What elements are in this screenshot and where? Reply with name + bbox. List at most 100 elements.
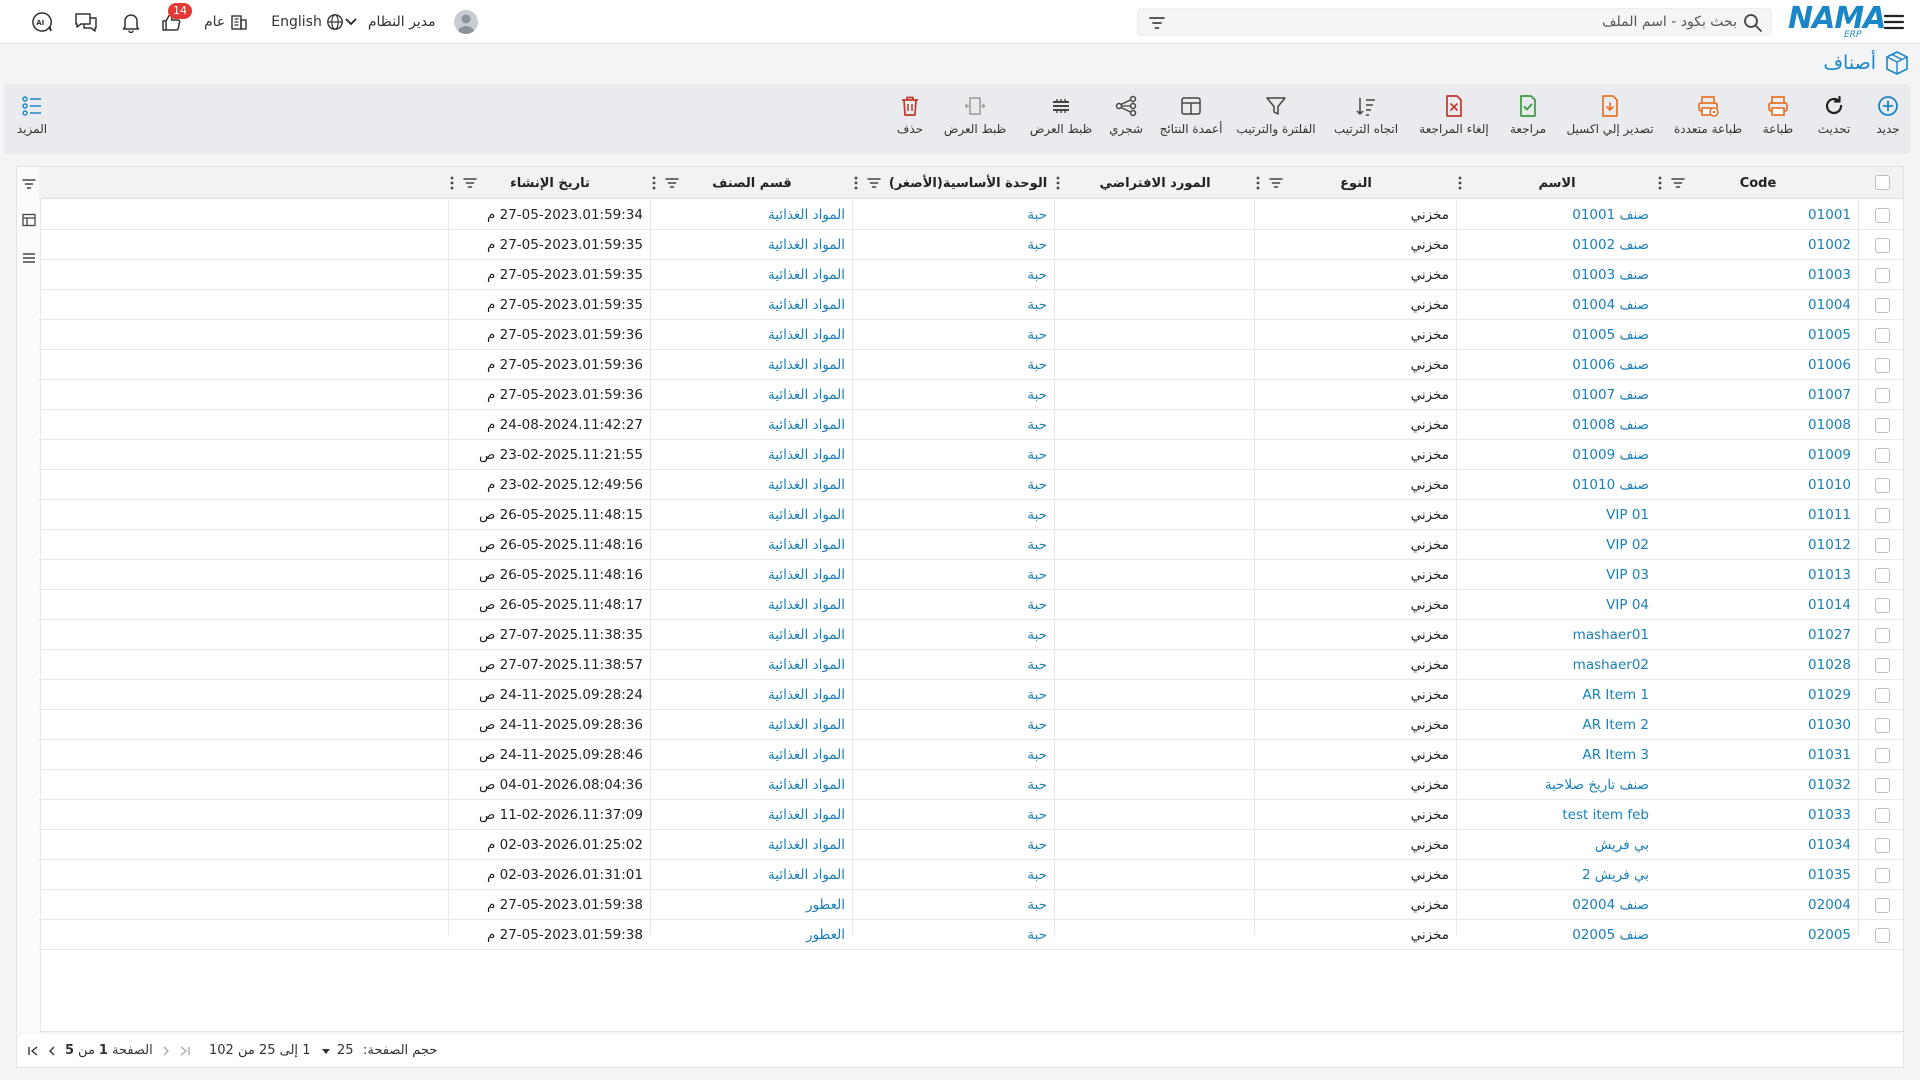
table-row[interactable]: 01034 بي فريش مخزني حبة المواد الغذائية 02-03… bbox=[39, 830, 1903, 860]
cell-name[interactable]: صنف 01010 bbox=[1457, 470, 1657, 500]
last-page-icon[interactable] bbox=[27, 1045, 39, 1057]
first-page-icon[interactable] bbox=[179, 1045, 191, 1057]
cell-category[interactable]: العطور bbox=[651, 890, 853, 920]
cell-code[interactable]: 01010 bbox=[1657, 470, 1859, 500]
row-checkbox[interactable] bbox=[1875, 598, 1890, 613]
row-checkbox[interactable] bbox=[1875, 568, 1890, 583]
cell-unit[interactable]: حبة bbox=[853, 470, 1055, 500]
column-filter-icon[interactable] bbox=[867, 176, 881, 190]
table-row[interactable]: 01004 صنف 01004 مخزني حبة المواد الغذائية 27-… bbox=[39, 290, 1903, 320]
export-excel-button[interactable]: تصدير إلي اكسيل bbox=[1562, 94, 1658, 144]
cell-category[interactable]: المواد الغذائية bbox=[651, 500, 853, 530]
cell-unit[interactable]: حبة bbox=[853, 530, 1055, 560]
cell-code[interactable]: 01028 bbox=[1657, 650, 1859, 680]
cell-category[interactable]: المواد الغذائية bbox=[651, 680, 853, 710]
cell-unit[interactable]: حبة bbox=[853, 260, 1055, 290]
table-row[interactable]: 01029 AR Item 1 مخزني حبة المواد الغذائية 24-… bbox=[39, 680, 1903, 710]
cell-code[interactable]: 01003 bbox=[1657, 260, 1859, 290]
cell-name[interactable]: mashaer02 bbox=[1457, 650, 1657, 680]
cell-code[interactable]: 01008 bbox=[1657, 410, 1859, 440]
cell-category[interactable]: المواد الغذائية bbox=[651, 710, 853, 740]
row-checkbox[interactable] bbox=[1875, 508, 1890, 523]
row-checkbox[interactable] bbox=[1875, 478, 1890, 493]
table-row[interactable]: 01027 mashaer01 مخزني حبة المواد الغذائية 27-… bbox=[39, 620, 1903, 650]
cell-unit[interactable]: حبة bbox=[853, 230, 1055, 260]
cell-name[interactable]: صنف 01002 bbox=[1457, 230, 1657, 260]
cell-name[interactable]: صنف 01009 bbox=[1457, 440, 1657, 470]
cell-code[interactable]: 01027 bbox=[1657, 620, 1859, 650]
column-menu-icon[interactable] bbox=[1457, 175, 1463, 191]
cell-code[interactable]: 01011 bbox=[1657, 500, 1859, 530]
delete-button[interactable]: حذف bbox=[892, 94, 928, 144]
cell-code[interactable]: 01033 bbox=[1657, 800, 1859, 830]
row-checkbox[interactable] bbox=[1875, 448, 1890, 463]
column-filter-icon[interactable] bbox=[463, 176, 477, 190]
table-row[interactable]: 01001 صنف 01001 مخزني حبة المواد الغذائية 27-… bbox=[39, 200, 1903, 230]
cell-category[interactable]: المواد الغذائية bbox=[651, 800, 853, 830]
print-button[interactable]: طباعة bbox=[1758, 94, 1798, 144]
cell-unit[interactable]: حبة bbox=[853, 920, 1055, 950]
table-row[interactable]: 01035 بي فريش 2 مخزني حبة المواد الغذائية 02-… bbox=[39, 860, 1903, 890]
row-checkbox[interactable] bbox=[1875, 718, 1890, 733]
table-row[interactable]: 01033 test item feb مخزني حبة المواد الغذائي… bbox=[39, 800, 1903, 830]
cell-code[interactable]: 01013 bbox=[1657, 560, 1859, 590]
cell-code[interactable]: 01030 bbox=[1657, 710, 1859, 740]
cell-code[interactable]: 01012 bbox=[1657, 530, 1859, 560]
cell-name[interactable]: صنف 02005 bbox=[1457, 920, 1657, 950]
cell-name[interactable]: صنف 01004 bbox=[1457, 290, 1657, 320]
cell-name[interactable]: صنف 01003 bbox=[1457, 260, 1657, 290]
cell-unit[interactable]: حبة bbox=[853, 320, 1055, 350]
cell-unit[interactable]: حبة bbox=[853, 290, 1055, 320]
column-menu-icon[interactable] bbox=[1657, 175, 1663, 191]
table-row[interactable]: 01031 AR Item 3 مخزني حبة المواد الغذائية 24-… bbox=[39, 740, 1903, 770]
cell-code[interactable]: 01031 bbox=[1657, 740, 1859, 770]
cell-code[interactable]: 01001 bbox=[1657, 200, 1859, 230]
cell-name[interactable]: AR Item 2 bbox=[1457, 710, 1657, 740]
cell-name[interactable]: صنف 01007 bbox=[1457, 380, 1657, 410]
column-filter-icon[interactable] bbox=[1671, 176, 1685, 190]
row-checkbox[interactable] bbox=[1875, 658, 1890, 673]
cell-name[interactable]: VIP 01 bbox=[1457, 500, 1657, 530]
cell-name[interactable]: AR Item 1 bbox=[1457, 680, 1657, 710]
result-columns-button[interactable]: أعمدة النتائج bbox=[1156, 94, 1226, 144]
cell-name[interactable]: صنف 01008 bbox=[1457, 410, 1657, 440]
side-columns-icon[interactable] bbox=[22, 213, 36, 227]
cell-name[interactable]: صنف 01006 bbox=[1457, 350, 1657, 380]
cell-name[interactable]: بي فريش bbox=[1457, 830, 1657, 860]
row-checkbox[interactable] bbox=[1875, 628, 1890, 643]
cell-category[interactable]: المواد الغذائية bbox=[651, 770, 853, 800]
column-header-category[interactable]: قسم الصنف bbox=[651, 167, 853, 199]
row-checkbox[interactable] bbox=[1875, 208, 1890, 223]
table-row[interactable]: 01002 صنف 01002 مخزني حبة المواد الغذائية 27-… bbox=[39, 230, 1903, 260]
cell-category[interactable]: المواد الغذائية bbox=[651, 590, 853, 620]
column-header-unit[interactable]: الوحدة الأساسية(الأصغر) bbox=[853, 167, 1055, 199]
row-checkbox[interactable] bbox=[1875, 268, 1890, 283]
cell-category[interactable]: المواد الغذائية bbox=[651, 470, 853, 500]
row-checkbox[interactable] bbox=[1875, 808, 1890, 823]
cell-unit[interactable]: حبة bbox=[853, 710, 1055, 740]
cell-category[interactable]: المواد الغذائية bbox=[651, 320, 853, 350]
cell-unit[interactable]: حبة bbox=[853, 800, 1055, 830]
table-row[interactable]: 01014 VIP 04 مخزني حبة المواد الغذائية 26-05-… bbox=[39, 590, 1903, 620]
page-size-select[interactable]: 25 bbox=[321, 1043, 354, 1058]
cell-unit[interactable]: حبة bbox=[853, 740, 1055, 770]
row-checkbox[interactable] bbox=[1875, 328, 1890, 343]
table-row[interactable]: 01008 صنف 01008 مخزني حبة المواد الغذائية 24-… bbox=[39, 410, 1903, 440]
row-checkbox[interactable] bbox=[1875, 838, 1890, 853]
table-row[interactable]: 01032 صنف تاريخ صلاحية مخزني حبة المواد الغذ… bbox=[39, 770, 1903, 800]
row-checkbox[interactable] bbox=[1875, 748, 1890, 763]
cell-category[interactable]: المواد الغذائية bbox=[651, 650, 853, 680]
column-filter-icon[interactable] bbox=[665, 176, 679, 190]
row-checkbox[interactable] bbox=[1875, 898, 1890, 913]
hamburger-menu-icon[interactable] bbox=[1882, 10, 1906, 34]
row-checkbox[interactable] bbox=[1875, 238, 1890, 253]
cell-code[interactable]: 02005 bbox=[1657, 920, 1859, 950]
cell-name[interactable]: بي فريش 2 bbox=[1457, 860, 1657, 890]
table-row[interactable]: 01030 AR Item 2 مخزني حبة المواد الغذائية 24-… bbox=[39, 710, 1903, 740]
table-row[interactable]: 01009 صنف 01009 مخزني حبة المواد الغذائية 23-… bbox=[39, 440, 1903, 470]
cell-name[interactable]: VIP 02 bbox=[1457, 530, 1657, 560]
cell-code[interactable]: 01034 bbox=[1657, 830, 1859, 860]
cell-name[interactable]: mashaer01 bbox=[1457, 620, 1657, 650]
cell-unit[interactable]: حبة bbox=[853, 830, 1055, 860]
sort-direction-button[interactable]: اتجاه الترتيب bbox=[1330, 94, 1402, 144]
